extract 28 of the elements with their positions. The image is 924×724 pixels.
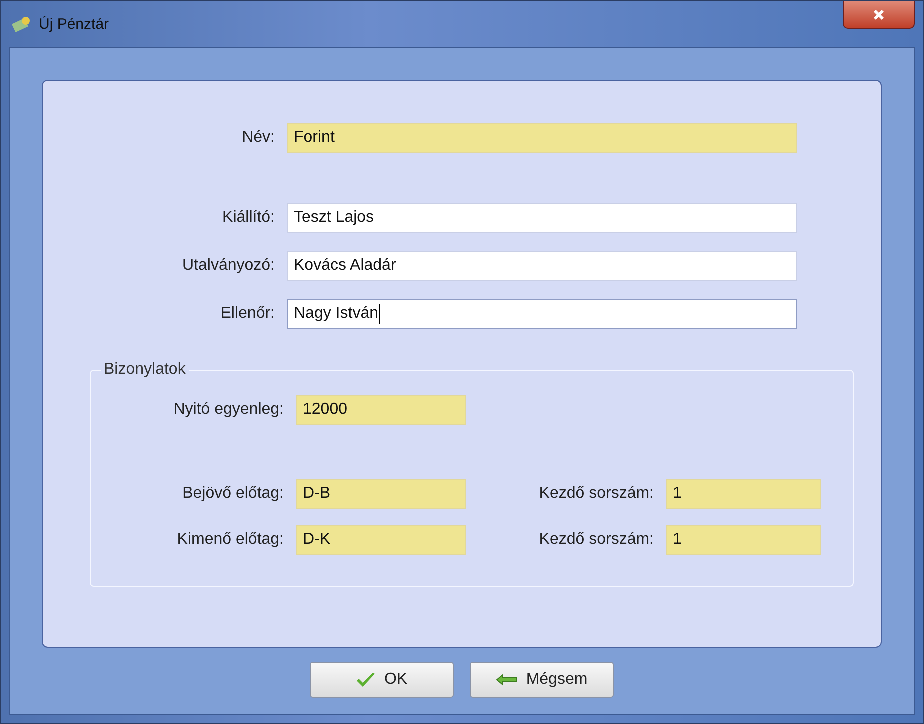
text-caret <box>379 304 380 324</box>
required-input-field[interactable]: 1 <box>666 479 821 509</box>
money-icon <box>11 16 31 32</box>
field-label: Kiállító: <box>222 209 276 227</box>
checkmark-icon <box>356 672 376 688</box>
field-label: Ellenőr: <box>220 305 276 323</box>
close-button[interactable] <box>843 1 915 29</box>
field-label: Név: <box>241 129 276 147</box>
close-icon <box>873 8 885 20</box>
cancel-button[interactable]: Mégsem <box>470 662 614 698</box>
group-title: Bizonylatok <box>103 361 187 379</box>
input-field[interactable]: Teszt Lajos <box>287 203 797 233</box>
required-input-field[interactable]: 1 <box>666 525 821 555</box>
arrow-left-icon <box>496 674 518 686</box>
ok-button[interactable]: OK <box>310 662 454 698</box>
field-label: Kezdő sorszám: <box>538 485 655 503</box>
input-field[interactable]: Nagy István <box>287 299 797 329</box>
window-title: Új Pénztár <box>39 16 110 32</box>
field-label: Kezdő sorszám: <box>538 531 655 549</box>
required-input-field[interactable]: 12000 <box>296 395 466 425</box>
required-input-field[interactable]: Forint <box>287 123 797 153</box>
field-label: Bejövő előtag: <box>182 485 285 503</box>
input-field[interactable]: Kovács Aladár <box>287 251 797 281</box>
field-label: Kimenő előtag: <box>176 531 285 549</box>
field-label: Utalványozó: <box>182 257 276 275</box>
field-label: Nyitó egyenleg: <box>172 401 285 419</box>
required-input-field[interactable]: D-B <box>296 479 466 509</box>
required-input-field[interactable]: D-K <box>296 525 466 555</box>
